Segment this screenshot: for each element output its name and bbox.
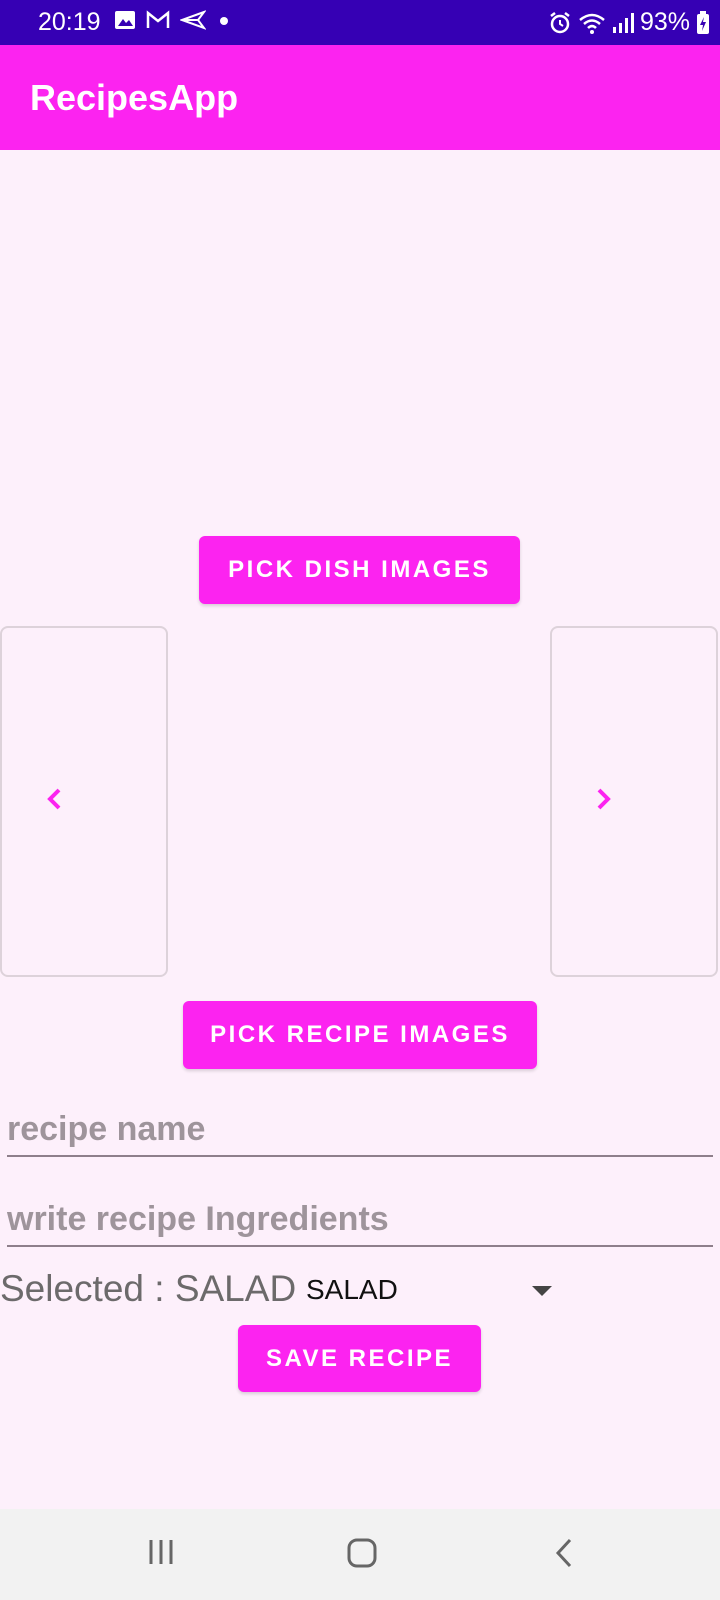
chevron-left-icon	[47, 788, 61, 810]
carousel-next-button[interactable]	[550, 626, 718, 977]
pick-dish-images-button[interactable]: PICK DISH IMAGES	[199, 536, 520, 604]
chevron-right-icon	[597, 788, 611, 810]
back-icon[interactable]	[552, 1537, 576, 1569]
status-time: 20:19	[38, 8, 101, 36]
recipe-ingredients-input[interactable]	[7, 1193, 713, 1247]
dot-icon	[220, 17, 228, 25]
alarm-icon	[550, 11, 570, 33]
category-dropdown-value: SALAD	[306, 1274, 398, 1305]
home-icon[interactable]	[346, 1537, 378, 1569]
system-nav-bar	[0, 1509, 720, 1600]
send-icon	[180, 10, 206, 30]
status-notification-icons	[114, 10, 232, 30]
dropdown-arrow-icon	[532, 1286, 552, 1296]
wifi-icon	[579, 13, 605, 34]
battery-percent: 93%	[639, 8, 690, 36]
selected-category-label: Selected : SALAD	[0, 1268, 297, 1309]
recents-icon[interactable]	[146, 1537, 176, 1567]
save-recipe-button[interactable]: SAVE RECIPE	[238, 1325, 481, 1392]
pick-recipe-images-button[interactable]: PICK RECIPE IMAGES	[183, 1001, 537, 1069]
gallery-icon	[115, 11, 135, 29]
signal-icon	[612, 12, 634, 33]
status-system-icons: 93%	[548, 8, 710, 37]
recipe-name-input[interactable]	[7, 1103, 713, 1157]
gmail-icon	[146, 10, 170, 28]
app-title: RecipesApp	[30, 77, 239, 118]
category-dropdown[interactable]: SALAD	[300, 1272, 562, 1312]
status-bar: 20:19 93%	[0, 0, 720, 45]
battery-charging-icon	[697, 10, 709, 34]
carousel-prev-button[interactable]	[0, 626, 168, 977]
app-bar: RecipesApp	[0, 45, 720, 150]
